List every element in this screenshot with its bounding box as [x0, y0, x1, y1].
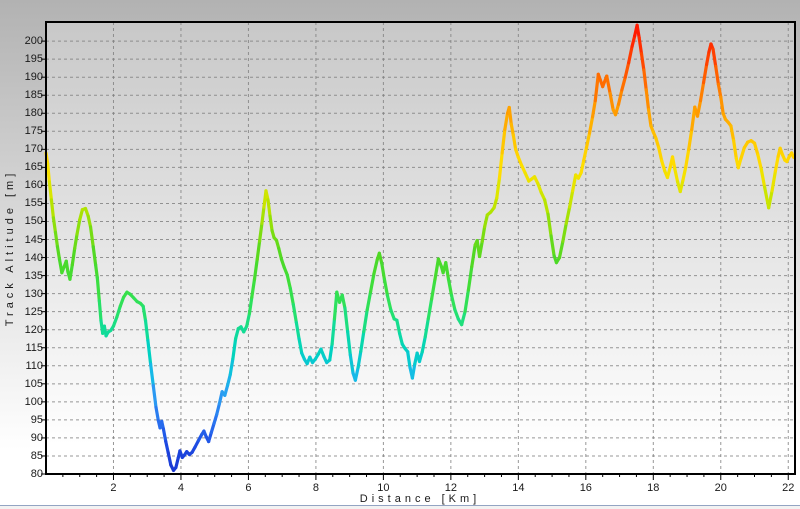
- y-tick-label: 120: [0, 324, 43, 336]
- y-tick-label: 125: [0, 306, 43, 318]
- y-tick-label: 160: [0, 179, 43, 191]
- x-tick-label: 10: [368, 482, 398, 494]
- y-tick-label: 165: [0, 161, 43, 173]
- y-tick-label: 145: [0, 234, 43, 246]
- y-tick-label: 135: [0, 270, 43, 282]
- y-tick-label: 200: [0, 35, 43, 47]
- x-tick-label: 4: [166, 482, 196, 494]
- x-tick-label: 6: [233, 482, 263, 494]
- y-tick-label: 155: [0, 197, 43, 209]
- x-tick-label: 12: [436, 482, 466, 494]
- y-tick-label: 180: [0, 107, 43, 119]
- y-tick-label: 185: [0, 89, 43, 101]
- y-tick-label: 90: [0, 432, 43, 444]
- y-tick-label: 100: [0, 396, 43, 408]
- y-tick-label: 115: [0, 342, 43, 354]
- y-axis-title: Track Altitude [m]: [4, 170, 16, 327]
- y-tick-label: 80: [0, 468, 43, 480]
- y-tick-label: 95: [0, 414, 43, 426]
- x-tick-label: 20: [706, 482, 736, 494]
- y-tick-label: 130: [0, 288, 43, 300]
- x-tick-label: 16: [571, 482, 601, 494]
- x-tick-label: 14: [503, 482, 533, 494]
- x-tick-label: 2: [98, 482, 128, 494]
- y-tick-label: 195: [0, 53, 43, 65]
- x-tick-label: 18: [638, 482, 668, 494]
- y-tick-label: 110: [0, 360, 43, 372]
- y-tick-label: 150: [0, 215, 43, 227]
- y-tick-label: 170: [0, 143, 43, 155]
- y-tick-label: 140: [0, 252, 43, 264]
- y-tick-label: 175: [0, 125, 43, 137]
- x-tick-label: 8: [301, 482, 331, 494]
- x-tick-label: 22: [773, 482, 800, 494]
- y-tick-label: 190: [0, 71, 43, 83]
- y-tick-label: 85: [0, 450, 43, 462]
- plot-area: [0, 0, 800, 509]
- x-axis-title: Distance [Km]: [360, 493, 480, 505]
- altitude-profile-chart: Track Altitude [m] Distance [Km] 80 85 90 9…: [0, 0, 800, 509]
- y-tick-label: 105: [0, 378, 43, 390]
